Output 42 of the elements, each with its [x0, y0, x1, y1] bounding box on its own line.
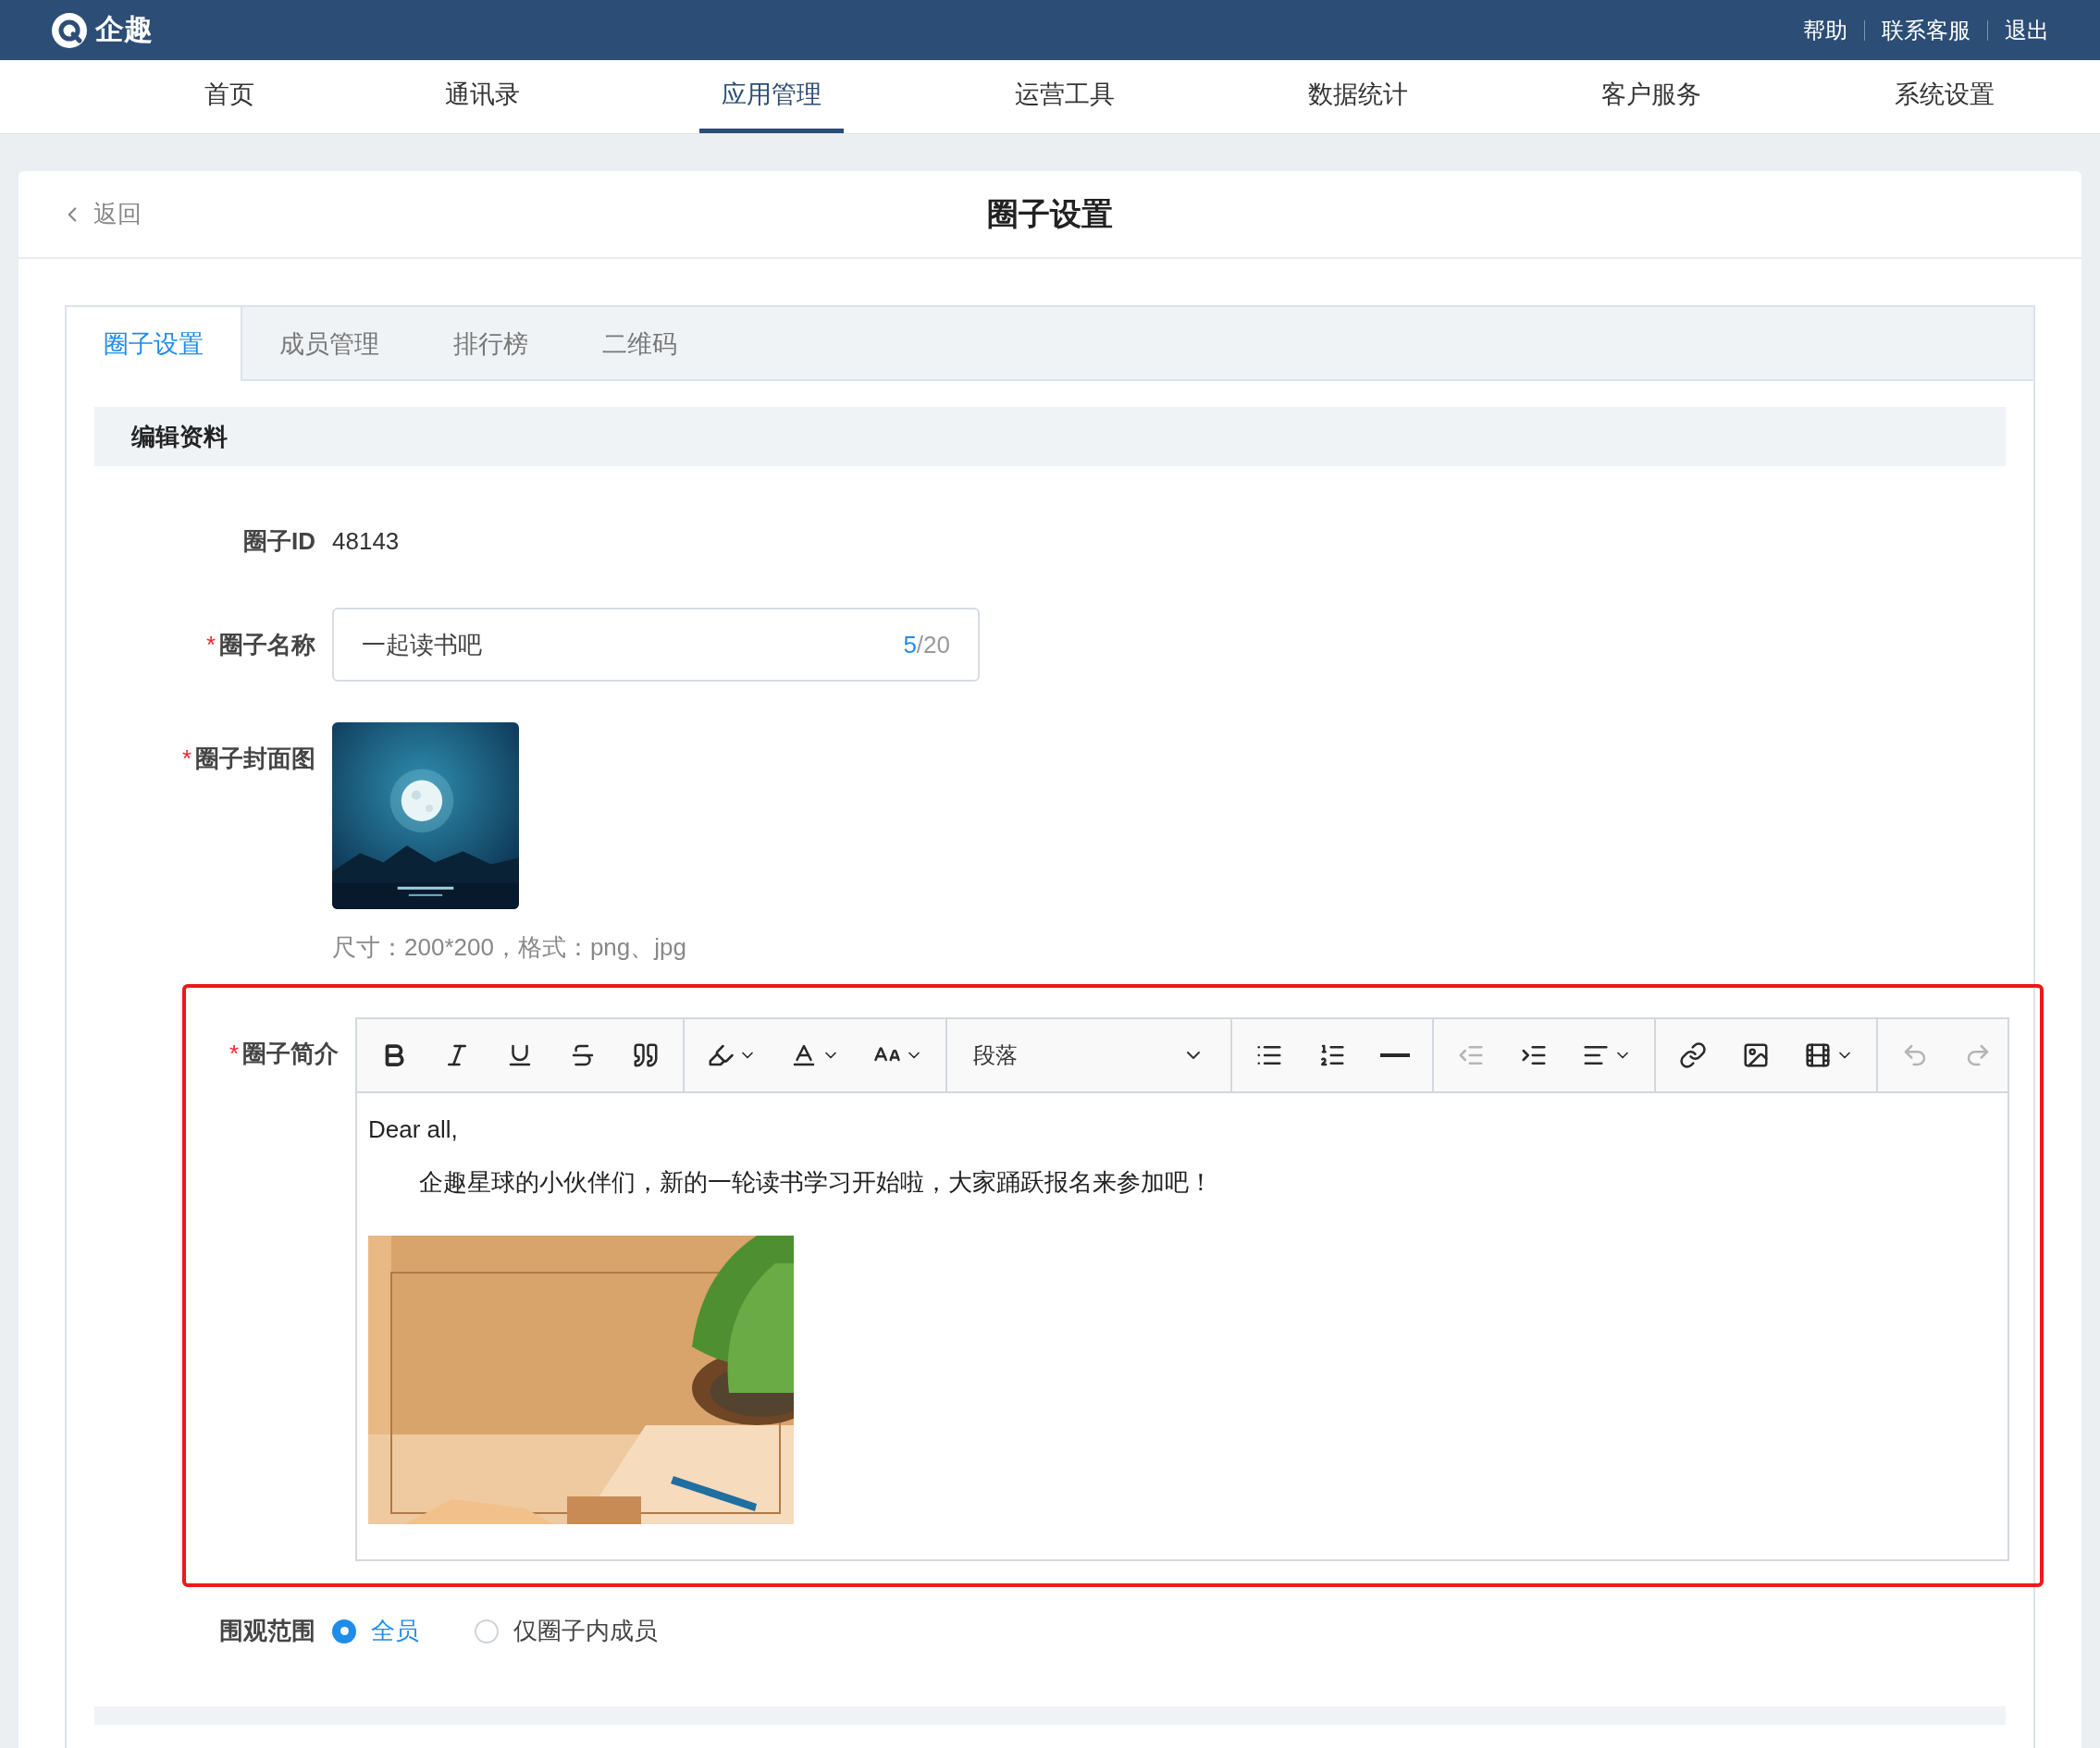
header-link[interactable]: 帮助 — [1803, 13, 1847, 47]
nav-tab[interactable]: 运营工具 — [992, 60, 1137, 133]
radio-option[interactable]: 全员 — [332, 1613, 419, 1649]
editor-text: Dear all, — [368, 1114, 459, 1145]
link-icon — [1679, 1041, 1707, 1069]
circle-id-value: 48143 — [332, 526, 400, 557]
settings-tab[interactable]: 成员管理 — [242, 307, 416, 381]
cover-hint: 尺寸：200*200，格式：png、jpg — [332, 932, 686, 963]
editor-text: 企趣星球的小伙伴们，新的一轮读书学习开始啦，大家踊跃报名来参加吧！ — [418, 1167, 1214, 1198]
settings-tab[interactable]: 排行榜 — [416, 307, 565, 381]
nav-tab[interactable]: 数据统计 — [1285, 60, 1430, 133]
nav-tab[interactable]: 通讯录 — [422, 60, 542, 133]
page-title: 圈子设置 — [987, 195, 1113, 233]
name-input[interactable]: 一起读书吧 5/20 — [332, 608, 980, 682]
paragraph-format-dropdown[interactable]: 段落 — [953, 1019, 1225, 1091]
brand-name: 企趣 — [95, 12, 153, 48]
radio-button[interactable] — [475, 1619, 499, 1643]
field-label: 圈子简介 — [242, 1039, 339, 1069]
required-mark: * — [229, 1039, 239, 1069]
input-value: 一起读书吧 — [362, 629, 482, 660]
field-label: 圈子名称 — [219, 629, 315, 660]
required-mark: * — [181, 744, 191, 774]
nav-tab[interactable]: 系统设置 — [1871, 60, 2017, 133]
nav-tab[interactable]: 首页 — [182, 60, 277, 133]
quote-icon — [632, 1041, 660, 1069]
field-label: 围观范围 — [219, 1616, 315, 1646]
nav-tab[interactable]: 应用管理 — [699, 60, 844, 133]
logo-icon — [51, 11, 88, 49]
header-link[interactable]: 退出 — [2005, 13, 2049, 47]
radio-option[interactable]: 仅圈子内成员 — [475, 1613, 658, 1649]
field-label: 圈子封面图 — [195, 744, 315, 774]
field-label: 圈子ID — [243, 526, 315, 557]
header-link[interactable]: 联系客服 — [1882, 13, 1970, 47]
video-icon — [1804, 1041, 1832, 1069]
section-title: 编辑资料 — [131, 421, 228, 452]
back-link[interactable]: 返回 — [60, 196, 142, 232]
settings-tab[interactable]: 二维码 — [565, 307, 714, 381]
character-counter: 5/20 — [903, 629, 950, 660]
required-mark: * — [205, 629, 216, 660]
nav-tab[interactable]: 客户服务 — [1578, 60, 1723, 133]
image-icon — [1742, 1041, 1770, 1069]
radio-button[interactable] — [332, 1619, 356, 1643]
